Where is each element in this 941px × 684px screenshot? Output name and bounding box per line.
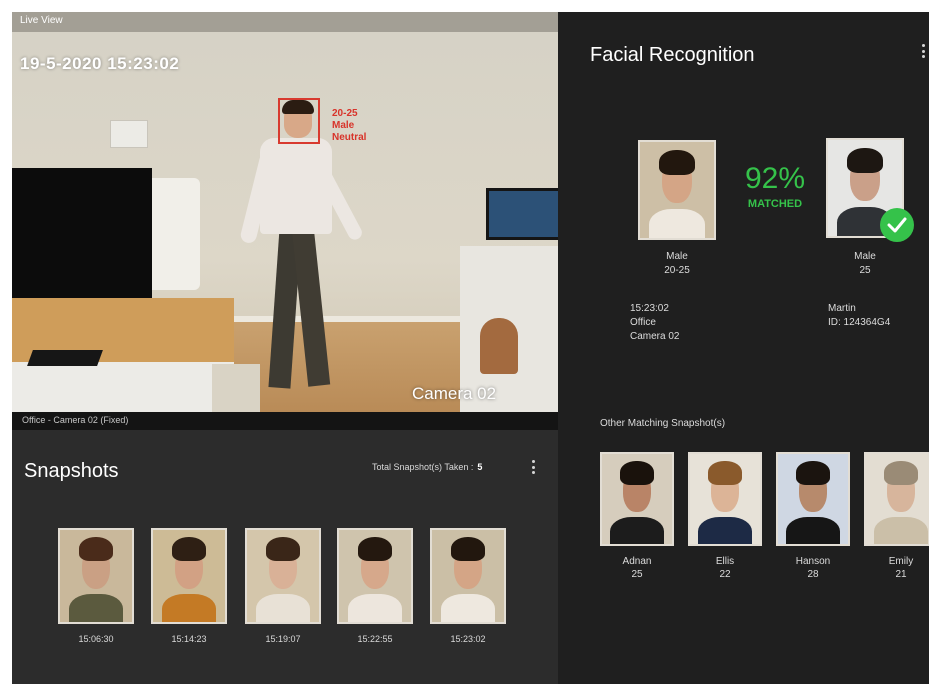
snapshot-total-label: Total Snapshot(s) Taken : xyxy=(372,462,474,472)
other-match-photo xyxy=(864,452,929,546)
detection-age: 20-25 xyxy=(332,108,358,119)
camera-feed[interactable]: 20-25 Male Neutral 19-5-2020 15:23:02 Ca… xyxy=(12,32,558,412)
laptop xyxy=(27,350,103,366)
box xyxy=(212,364,260,412)
facial-recognition-panel: Facial Recognition 92% MATCHED Male 20-2… xyxy=(558,12,929,684)
snapshot-total-value: 5 xyxy=(477,462,483,472)
other-match-name: Adnan xyxy=(622,556,652,567)
face-detection-tag: 20-25 Male Neutral xyxy=(332,108,366,144)
other-match-age: 25 xyxy=(631,569,643,580)
snapshot-time: 15:23:02 xyxy=(450,634,486,644)
live-view-panel[interactable]: Live View 20-25 Male Neutral 19-5-2020 1… xyxy=(12,12,558,430)
other-match-item[interactable]: Ellis 22 xyxy=(688,452,762,580)
match-details: Martin ID: 124364G4 xyxy=(828,302,890,330)
monitor xyxy=(486,188,558,240)
other-matches-title: Other Matching Snapshot(s) xyxy=(600,418,726,429)
snapshot-photo xyxy=(245,528,321,624)
matched-face-info: Male 25 xyxy=(826,250,904,278)
stool xyxy=(480,318,518,374)
other-match-age: 22 xyxy=(719,569,731,580)
feed-caption: Office - Camera 02 (Fixed) xyxy=(22,415,129,425)
snapshot-photo xyxy=(151,528,227,624)
snapshot-item[interactable]: 15:23:02 xyxy=(430,528,506,644)
capture-location: Office xyxy=(630,317,656,328)
desk-left-front xyxy=(12,362,234,412)
other-match-age: 21 xyxy=(895,569,907,580)
detection-gender: Male xyxy=(332,120,355,131)
snapshot-time: 15:14:23 xyxy=(171,634,207,644)
wall-picture xyxy=(110,120,148,148)
other-match-photo xyxy=(776,452,850,546)
kebab-menu-icon[interactable] xyxy=(532,460,536,474)
snapshot-item[interactable]: 15:14:23 xyxy=(151,528,227,644)
captured-age: 20-25 xyxy=(664,265,690,276)
other-match-item[interactable]: Adnan 25 xyxy=(600,452,674,580)
snapshot-item[interactable]: 15:22:55 xyxy=(337,528,413,644)
snapshot-photo xyxy=(430,528,506,624)
person-torso xyxy=(260,138,332,234)
capture-camera: Camera 02 xyxy=(630,331,680,342)
captured-face-info: Male 20-25 xyxy=(638,250,716,278)
other-match-name: Ellis xyxy=(715,556,735,567)
feed-timestamp: 19-5-2020 15:23:02 xyxy=(20,54,180,73)
capture-time: 15:23:02 xyxy=(630,303,669,314)
detection-emotion: Neutral xyxy=(332,132,367,143)
snapshot-time: 15:22:55 xyxy=(357,634,393,644)
snapshot-photo xyxy=(337,528,413,624)
camera-label: Camera 02 xyxy=(412,384,497,403)
matched-id: ID: 124364G4 xyxy=(828,317,891,328)
face-detection-box[interactable] xyxy=(278,98,320,144)
capture-details: 15:23:02 Office Camera 02 xyxy=(630,302,679,344)
match-percent: 92% xyxy=(744,162,806,195)
check-circle-icon xyxy=(880,208,914,242)
snapshot-item[interactable]: 15:19:07 xyxy=(245,528,321,644)
other-match-item[interactable]: Emily 21 xyxy=(864,452,929,580)
other-match-photo xyxy=(600,452,674,546)
surveillance-dashboard: Live View 20-25 Male Neutral 19-5-2020 1… xyxy=(12,12,929,684)
captured-face-photo[interactable] xyxy=(638,140,716,240)
snapshot-photo xyxy=(58,528,134,624)
facial-recognition-title: Facial Recognition xyxy=(590,44,755,66)
other-match-item[interactable]: Hanson 28 xyxy=(776,452,850,580)
live-view-header: Live View xyxy=(12,12,558,32)
other-match-name: Hanson xyxy=(795,556,831,567)
snapshot-time: 15:19:07 xyxy=(265,634,301,644)
other-match-photo xyxy=(688,452,762,546)
snapshot-total: Total Snapshot(s) Taken :5 xyxy=(372,462,482,472)
kebab-menu-icon[interactable] xyxy=(922,44,926,58)
matched-name: Martin xyxy=(828,303,856,314)
snapshots-title: Snapshots xyxy=(24,460,119,482)
match-label: MATCHED xyxy=(747,198,803,210)
matched-gender: Male xyxy=(854,251,876,262)
snapshots-panel: Snapshots Total Snapshot(s) Taken :5 15:… xyxy=(12,430,558,684)
other-match-age: 28 xyxy=(807,569,819,580)
matched-age: 25 xyxy=(859,265,871,276)
live-view-title: Live View xyxy=(20,15,63,26)
snapshot-item[interactable]: 15:06:30 xyxy=(58,528,134,644)
feed-caption-bar: Office - Camera 02 (Fixed) xyxy=(12,412,558,430)
snapshot-time: 15:06:30 xyxy=(78,634,114,644)
other-match-name: Emily xyxy=(888,556,914,567)
captured-gender: Male xyxy=(666,251,688,262)
